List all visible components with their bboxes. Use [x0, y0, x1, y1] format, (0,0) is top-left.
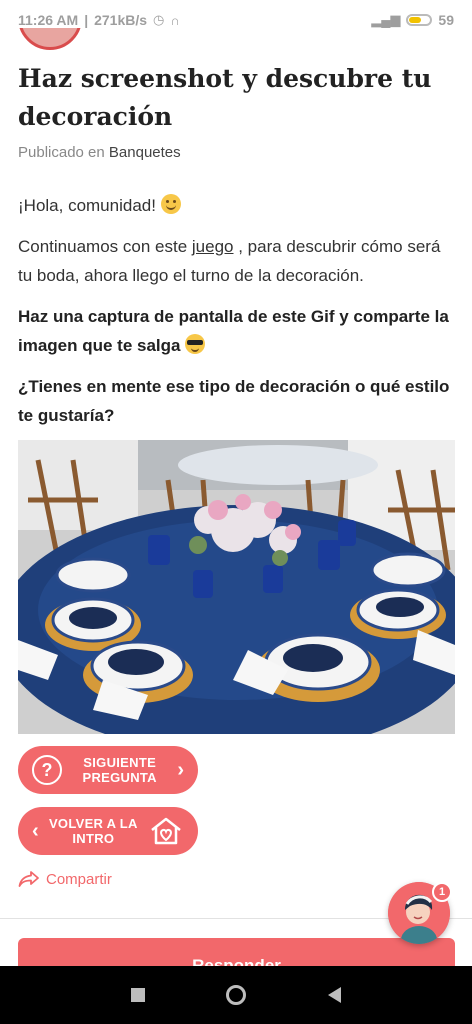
intro-paragraph: Continuamos con este juego , para descub… — [18, 232, 454, 290]
home-heart-icon — [151, 817, 181, 845]
notification-badge: 1 — [432, 882, 452, 902]
home-icon[interactable] — [226, 985, 247, 1005]
battery-icon — [406, 14, 433, 26]
chevron-left-icon: ‹ — [32, 819, 39, 842]
recents-icon[interactable] — [130, 988, 145, 1002]
sunglasses-emoji-icon — [185, 334, 206, 354]
instruction-paragraph: Haz una captura de pantalla de este Gif … — [18, 302, 454, 360]
article-body: Haz screenshot y descubre tu decoración … — [18, 60, 454, 430]
next-question-label: SIGUIENTE PREGUNTA — [82, 755, 157, 785]
battery-percent: 59 — [438, 12, 454, 28]
next-question-button[interactable]: ? SIGUIENTE PREGUNTA › — [18, 746, 198, 794]
game-link[interactable]: juego — [192, 237, 234, 256]
chevron-right-icon: › — [177, 758, 184, 781]
back-icon[interactable] — [328, 987, 342, 1003]
back-to-intro-label: VOLVER A LA INTRO — [48, 816, 138, 846]
share-label: Compartir — [46, 870, 112, 888]
question-paragraph: ¿Tienes en mente ese tipo de decoración … — [18, 377, 450, 425]
status-time: 11:26 AM — [18, 12, 79, 28]
share-icon — [18, 871, 39, 887]
greeting-text: ¡Hola, comunidad! — [18, 196, 156, 215]
alarm-icon: ◷ — [153, 12, 165, 27]
system-nav-bar — [0, 966, 472, 1024]
published-label: Publicado en — [18, 144, 105, 161]
headset-icon: ∩ — [170, 12, 180, 28]
instruction-text: Haz una captura de pantalla de este Gif … — [18, 307, 449, 355]
decoration-photo — [18, 440, 455, 734]
share-button[interactable]: Compartir — [18, 870, 112, 888]
back-to-intro-button[interactable]: ‹ VOLVER A LA INTRO — [18, 807, 198, 855]
author-avatar[interactable] — [18, 28, 82, 52]
article-meta: Publicado en Banquetes — [18, 144, 454, 161]
status-separator: | — [84, 12, 89, 28]
intro-text-before: Continuamos con este — [18, 237, 192, 256]
smile-emoji-icon — [160, 194, 181, 214]
network-speed: 271kB/s — [94, 12, 148, 28]
signal-icon: ▂▄▆ — [371, 12, 401, 27]
question-icon: ? — [32, 755, 62, 785]
category-link[interactable]: Banquetes — [109, 144, 181, 161]
article-title: Haz screenshot y descubre tu decoración — [18, 64, 432, 131]
greeting-paragraph: ¡Hola, comunidad! — [18, 191, 454, 220]
